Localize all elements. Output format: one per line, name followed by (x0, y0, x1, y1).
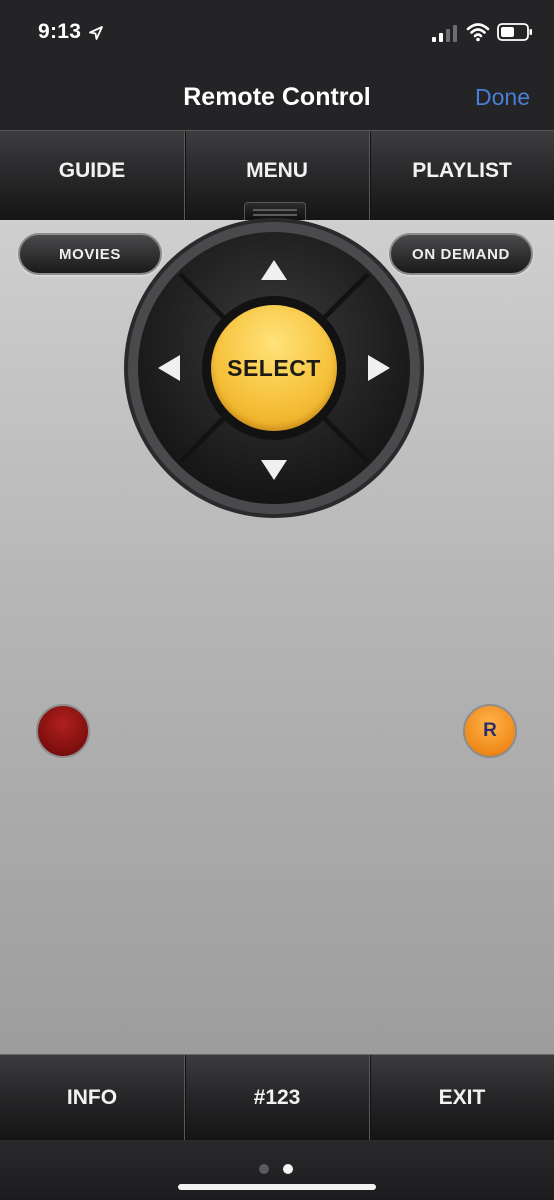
info-button[interactable]: INFO (0, 1055, 184, 1140)
bottom-button-bar: INFO #123 EXIT (0, 1054, 554, 1140)
location-arrow-icon (89, 26, 103, 40)
nav-bar: Remote Control Done (0, 64, 554, 130)
playlist-button[interactable]: PLAYLIST (369, 131, 554, 220)
record-button[interactable] (36, 704, 90, 758)
guide-button[interactable]: GUIDE (0, 131, 184, 220)
page-dot-1[interactable] (259, 1164, 269, 1174)
exit-button[interactable]: EXIT (369, 1055, 554, 1140)
number-pad-button[interactable]: #123 (184, 1055, 369, 1140)
select-button[interactable]: SELECT (211, 305, 337, 431)
r-button[interactable]: R (463, 704, 517, 758)
battery-icon (497, 23, 532, 41)
page-title: Remote Control (183, 83, 371, 111)
home-indicator[interactable] (178, 1184, 376, 1190)
wifi-icon (466, 23, 490, 42)
dpad-down-button[interactable] (225, 440, 325, 500)
page-indicator-area (0, 1140, 554, 1200)
dpad-up-button[interactable] (225, 240, 325, 300)
done-button[interactable]: Done (475, 84, 530, 111)
cellular-signal-icon (432, 25, 457, 42)
page-dot-2-active[interactable] (283, 1164, 293, 1174)
status-time: 9:13 (38, 20, 82, 43)
status-bar: 9:13 (0, 0, 554, 64)
dpad-left-button[interactable] (140, 320, 200, 420)
dpad-right-button[interactable] (350, 320, 410, 420)
